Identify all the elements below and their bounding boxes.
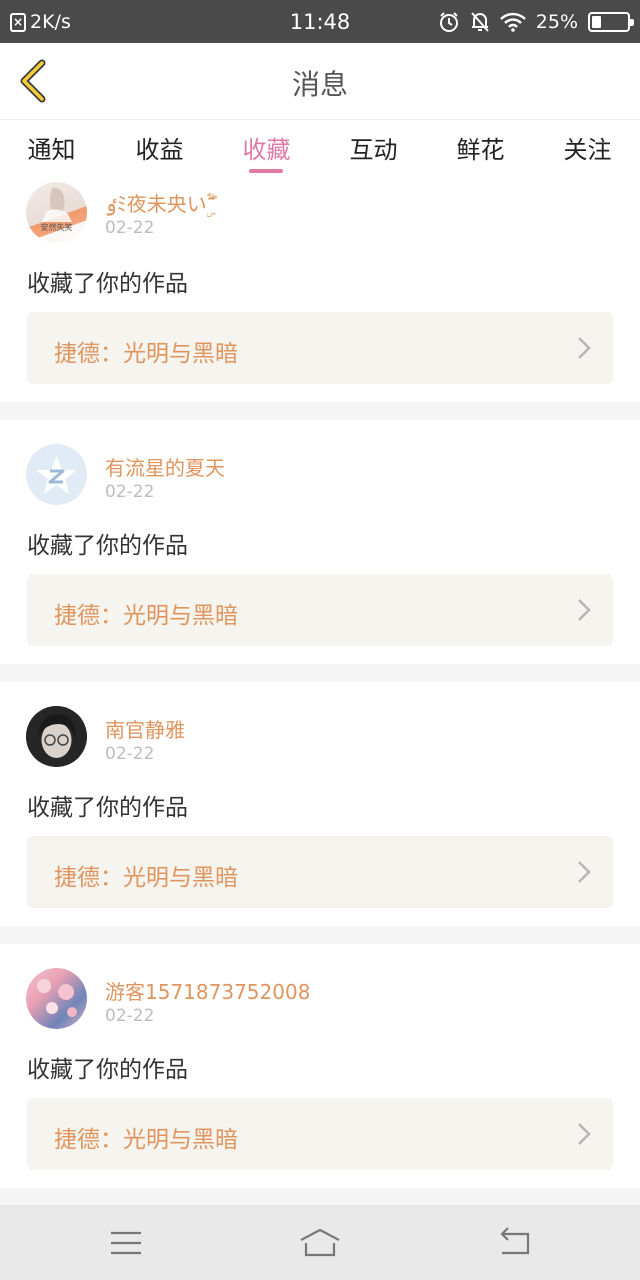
- action-text: 收藏了你的作品: [27, 271, 188, 297]
- work-title: 捷德：光明与黑暗: [54, 603, 238, 629]
- work-title: 捷德：光明与黑暗: [54, 865, 238, 891]
- work-link[interactable]: 捷德：光明与黑暗: [27, 574, 613, 646]
- tab-bar: 通知 收益 收藏 互动 鲜花 关注: [0, 120, 640, 178]
- status-right: 25%: [438, 9, 634, 35]
- avatar-art: [37, 979, 77, 1017]
- username[interactable]: 有流星的夏天: [105, 452, 225, 481]
- tab-follows[interactable]: 关注: [534, 130, 640, 165]
- mute-bell-icon: [471, 12, 489, 32]
- system-nav-bar: [0, 1205, 640, 1280]
- username[interactable]: ٶﾐ夜未央いۣۖۗۘ: [105, 188, 207, 217]
- chevron-right-icon: [578, 337, 591, 359]
- avatar-badge-text: 安然失笑: [40, 223, 73, 232]
- avatar[interactable]: 安然失笑: [26, 182, 87, 243]
- username[interactable]: 游客1571873752008: [105, 976, 310, 1005]
- avatar-art: [42, 187, 72, 222]
- list-item: 安然失笑 ٶﾐ夜未央いۣۖۗۘ 02-22 收藏了你的作品 捷德：光明与黑暗: [0, 178, 640, 402]
- avatar-art: [26, 706, 87, 767]
- list-item: 有流星的夏天 02-22 收藏了你的作品 捷德：光明与黑暗: [0, 420, 640, 664]
- battery-fill: [592, 16, 601, 28]
- username[interactable]: 南官静雅: [105, 714, 185, 743]
- work-link[interactable]: 捷德：光明与黑暗: [27, 1098, 613, 1170]
- work-link[interactable]: 捷德：光明与黑暗: [27, 312, 613, 384]
- tab-earnings[interactable]: 收益: [106, 130, 213, 165]
- list-item: 游客1571873752008 02-22 收藏了你的作品 捷德：光明与黑暗: [0, 944, 640, 1188]
- tab-notifications[interactable]: 通知: [0, 130, 105, 165]
- list-item: 南官静雅 02-22 收藏了你的作品 捷德：光明与黑暗: [0, 682, 640, 926]
- tab-interactions[interactable]: 互动: [320, 130, 427, 165]
- date: 02-22: [105, 744, 155, 764]
- message-list: 安然失笑 ٶﾐ夜未央いۣۖۗۘ 02-22 收藏了你的作品 捷德：光明与黑暗 有…: [0, 178, 640, 1205]
- page-title: 消息: [291, 68, 348, 101]
- header: 消息: [0, 43, 640, 120]
- action-text: 收藏了你的作品: [27, 1057, 188, 1083]
- date: 02-22: [105, 218, 155, 238]
- action-text: 收藏了你的作品: [27, 533, 188, 559]
- active-tab-indicator: [249, 169, 283, 173]
- battery-percent: 25%: [535, 11, 578, 33]
- work-title: 捷德：光明与黑暗: [54, 341, 238, 367]
- work-title: 捷德：光明与黑暗: [54, 1127, 238, 1153]
- chevron-right-icon: [578, 599, 591, 621]
- avatar-placeholder-icon: [26, 444, 87, 505]
- chevron-right-icon: [578, 1123, 591, 1145]
- menu-icon[interactable]: [104, 1223, 148, 1263]
- wifi-icon: [499, 12, 526, 32]
- avatar[interactable]: [26, 706, 87, 767]
- action-text: 收藏了你的作品: [27, 795, 188, 821]
- alarm-icon: [439, 12, 458, 32]
- work-link[interactable]: 捷德：光明与黑暗: [27, 836, 613, 908]
- battery-icon: [588, 12, 634, 32]
- avatar[interactable]: [26, 444, 87, 505]
- chevron-right-icon: [578, 861, 591, 883]
- tab-flowers[interactable]: 鲜花: [427, 130, 534, 165]
- tab-favorites[interactable]: 收藏: [213, 130, 320, 165]
- avatar[interactable]: [26, 968, 87, 1029]
- home-icon[interactable]: [298, 1223, 342, 1263]
- date: 02-22: [105, 482, 155, 502]
- status-bar: × 2K/s 11:48 25%: [0, 0, 640, 43]
- date: 02-22: [105, 1006, 155, 1026]
- back-nav-icon[interactable]: [492, 1223, 536, 1263]
